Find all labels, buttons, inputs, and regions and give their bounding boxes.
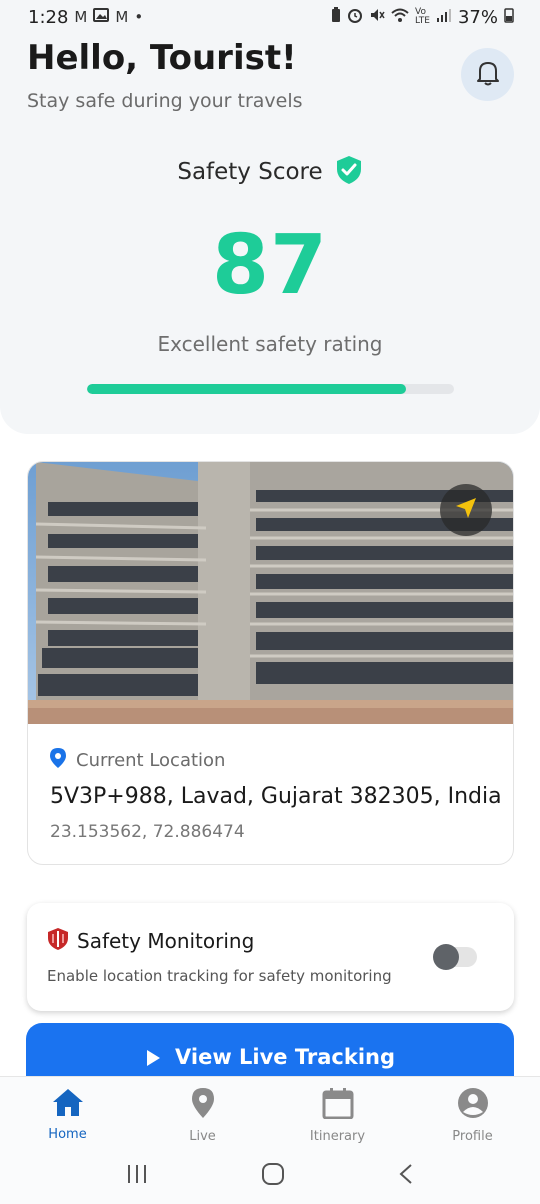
location-pin-icon — [191, 1087, 215, 1123]
home-circle-icon[interactable] — [261, 1162, 285, 1190]
bottom-navigation: Home Live Itinerary Profile — [0, 1076, 540, 1148]
nav-item-profile[interactable]: Profile — [405, 1077, 540, 1148]
home-icon — [52, 1087, 84, 1121]
greeting-subtitle: Stay safe during your travels — [27, 90, 303, 112]
battery-percent: 37% — [457, 6, 498, 28]
safety-monitoring-header: Safety Monitoring — [47, 927, 254, 955]
notifications-button[interactable] — [461, 48, 514, 101]
navigation-arrow-icon — [453, 495, 479, 525]
wifi-icon — [391, 8, 409, 26]
safety-monitoring-title: Safety Monitoring — [77, 929, 255, 953]
safety-score-value: 87 — [211, 218, 329, 313]
status-time: 1:28 — [28, 6, 69, 28]
navigation-button[interactable] — [440, 484, 492, 536]
photo-icon — [93, 8, 110, 26]
recents-icon[interactable] — [126, 1164, 148, 1188]
shield-icon — [47, 927, 69, 955]
location-card[interactable]: Current Location 5V3P+988, Lavad, Gujara… — [27, 461, 514, 865]
toggle-knob — [433, 944, 459, 970]
battery-icon — [504, 7, 514, 27]
header-panel: Hello, Tourist! Stay safe during your tr… — [0, 34, 540, 434]
gmail-icon: M — [115, 8, 129, 26]
status-bar: 1:28 M M • Vo LTE 37% — [0, 0, 540, 34]
dot-icon: • — [134, 8, 144, 26]
nav-item-live[interactable]: Live — [135, 1077, 270, 1148]
safety-monitoring-toggle[interactable] — [433, 944, 477, 970]
signal-icon — [436, 8, 452, 26]
location-address: 5V3P+988, Lavad, Gujarat 382305, India — [50, 784, 502, 809]
bell-icon — [475, 59, 501, 91]
current-location-label: Current Location — [76, 749, 226, 771]
back-icon[interactable] — [398, 1163, 414, 1189]
nav-label-profile: Profile — [452, 1129, 493, 1144]
verified-shield-icon — [335, 155, 363, 189]
location-pin-icon — [50, 748, 66, 772]
location-coordinates: 23.153562, 72.886474 — [50, 822, 245, 842]
current-location-header: Current Location — [50, 748, 225, 772]
account-icon — [457, 1087, 489, 1123]
safety-score-progress — [87, 384, 454, 394]
volte-icon: Vo LTE — [415, 7, 430, 26]
battery-saver-icon — [331, 7, 341, 27]
safety-monitoring-description: Enable location tracking for safety moni… — [47, 967, 392, 985]
calendar-icon — [322, 1087, 354, 1123]
gmail-icon: M — [74, 8, 88, 26]
nav-item-home[interactable]: Home — [0, 1077, 135, 1148]
nav-label-live: Live — [189, 1129, 216, 1144]
safety-score-header: Safety Score — [0, 155, 540, 189]
alarm-icon — [347, 7, 363, 27]
safety-score-progress-fill — [87, 384, 407, 394]
system-navigation-bar — [0, 1148, 540, 1204]
safety-monitoring-card: Safety Monitoring Enable location tracki… — [27, 903, 514, 1011]
nav-label-home: Home — [48, 1127, 87, 1142]
safety-score-title: Safety Score — [177, 159, 323, 185]
mute-icon — [369, 7, 385, 27]
nav-item-itinerary[interactable]: Itinerary — [270, 1077, 405, 1148]
nav-label-itinerary: Itinerary — [309, 1129, 366, 1144]
greeting-title: Hello, Tourist! — [27, 38, 297, 78]
safety-score-caption: Excellent safety rating — [157, 332, 383, 356]
